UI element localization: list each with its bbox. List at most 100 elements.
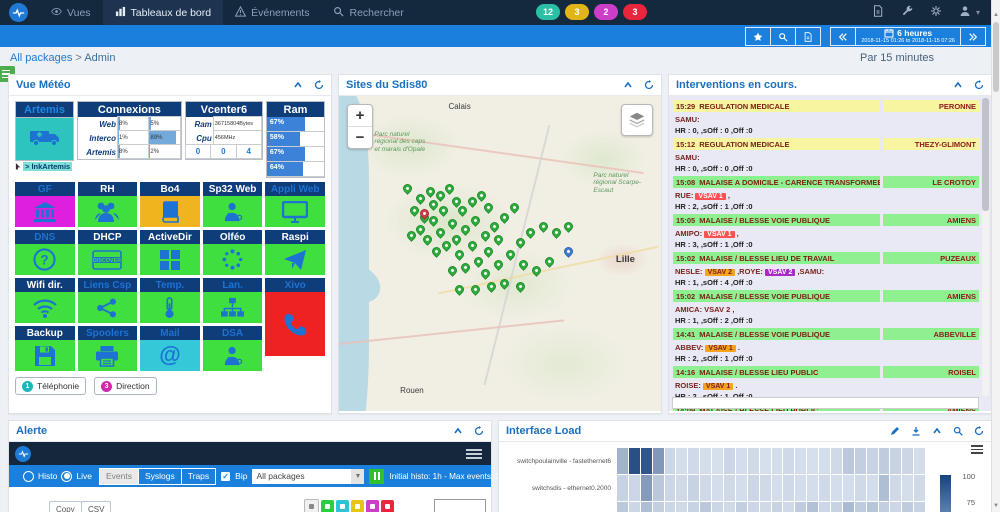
heatmap-cell[interactable] <box>819 448 830 474</box>
legend-button-t-l-phonie[interactable]: 1Téléphonie <box>15 377 86 395</box>
heatmap-cell[interactable] <box>760 502 771 512</box>
heatmap-cell[interactable] <box>914 448 925 474</box>
tile-liens-csp[interactable]: Liens Csp <box>78 278 138 323</box>
tile-lan-[interactable]: Lan. <box>203 278 263 323</box>
favorite-star-button[interactable] <box>745 27 771 46</box>
count-badge[interactable]: 3 <box>623 4 647 20</box>
heatmap-cell[interactable] <box>867 448 878 474</box>
refresh-icon[interactable] <box>474 426 484 436</box>
tile-xivo[interactable]: Xivo <box>265 278 325 371</box>
heatmap-cell[interactable] <box>676 502 687 512</box>
heatmap-cell[interactable] <box>819 502 830 512</box>
heatmap-cell[interactable] <box>724 475 735 501</box>
heatmap-cell[interactable] <box>795 502 806 512</box>
artemis-link[interactable]: > lnkArtemis <box>15 162 74 171</box>
radio-live[interactable] <box>61 471 72 482</box>
heatmap-cell[interactable] <box>890 475 901 501</box>
csv-button[interactable]: CSV <box>81 501 111 512</box>
heatmap-cell[interactable] <box>760 475 771 501</box>
heatmap-cell[interactable] <box>748 475 759 501</box>
heatmap-cell[interactable] <box>867 475 878 501</box>
heatmap-cell[interactable] <box>700 475 711 501</box>
heatmap-cell[interactable] <box>843 448 854 474</box>
heatmap-cell[interactable] <box>914 475 925 501</box>
heatmap-cell[interactable] <box>831 448 842 474</box>
vcenter-widget[interactable]: Vcenter6 Ram36715804BytesCpu456MHz004 <box>185 101 263 160</box>
heatmap-cell[interactable] <box>783 475 794 501</box>
menu-item-tableaux-de-bord[interactable]: Tableaux de bord <box>103 0 224 25</box>
intervention-item[interactable]: 15:02MALAISE / BLESSE LIEU DE TRAVAILPUZ… <box>673 252 979 289</box>
heatmap-cell[interactable] <box>831 502 842 512</box>
heatmap-cell[interactable] <box>807 448 818 474</box>
heatmap-cell[interactable] <box>617 502 628 512</box>
tile-raspi[interactable]: Raspi <box>265 230 325 275</box>
heatmap-cell[interactable] <box>653 448 664 474</box>
intervention-item[interactable]: 15:05MALAISE / BLESSE VOIE PUBLIQUEAMIEN… <box>673 214 979 251</box>
heatmap-cell[interactable] <box>855 475 866 501</box>
heatmap-cell[interactable] <box>855 448 866 474</box>
collapse-chevron-icon[interactable] <box>932 426 942 436</box>
heatmap-cell[interactable] <box>653 502 664 512</box>
package-select[interactable]: All packages▼ <box>252 469 364 484</box>
count-badge[interactable]: 2 <box>594 4 618 20</box>
copy-button[interactable]: Copy <box>49 501 82 512</box>
report-file-icon[interactable] <box>872 4 884 22</box>
interventions-footer-field[interactable] <box>672 397 979 409</box>
time-forward-button[interactable] <box>960 27 986 46</box>
heatmap-cell[interactable] <box>902 475 913 501</box>
tile-temp-[interactable]: Temp. <box>140 278 200 323</box>
refresh-icon[interactable] <box>644 80 654 90</box>
heatmap-cell[interactable] <box>724 448 735 474</box>
time-back-button[interactable] <box>830 27 856 46</box>
heatmap-cell[interactable] <box>665 475 676 501</box>
heatmap-cell[interactable] <box>772 448 783 474</box>
severity-filter-button[interactable] <box>366 500 379 512</box>
tile-dhcp[interactable]: DHCPDISCOVER <box>78 230 138 275</box>
heatmap-cell[interactable] <box>890 502 901 512</box>
heatmap-cell[interactable] <box>629 448 640 474</box>
heatmap-cell[interactable] <box>629 475 640 501</box>
vcenter-count-cell[interactable]: 4 <box>236 144 262 159</box>
heatmap-cell[interactable] <box>795 448 806 474</box>
interventions-scrollbar[interactable] <box>982 98 989 396</box>
page-scrollbar[interactable]: ▲ ▼ <box>991 0 1000 512</box>
tile-spoolers[interactable]: Spoolers <box>78 326 138 371</box>
collapse-chevron-icon[interactable] <box>953 80 963 90</box>
heatmap-cell[interactable] <box>783 502 794 512</box>
heatmap-cell[interactable] <box>748 502 759 512</box>
map-layers-button[interactable] <box>621 104 653 136</box>
menu-item-vues[interactable]: Vues <box>39 0 103 25</box>
tab-events[interactable]: Events <box>99 468 139 485</box>
heatmap-cell[interactable] <box>890 448 901 474</box>
heatmap-cell[interactable] <box>807 502 818 512</box>
refresh-icon[interactable] <box>974 426 984 436</box>
heatmap-cell[interactable] <box>831 475 842 501</box>
breadcrumb-root-link[interactable]: All packages <box>10 52 72 64</box>
severity-filter-button[interactable] <box>321 500 334 512</box>
vcenter-count-cell[interactable]: 0 <box>210 144 236 159</box>
heatmap-cell[interactable] <box>902 448 913 474</box>
heatmap-cell[interactable] <box>772 502 783 512</box>
tile-mail[interactable]: Mail@ <box>140 326 200 371</box>
menu-item--v-nements[interactable]: Événements <box>223 0 321 25</box>
intervention-item[interactable]: 15:12REGULATION MEDICALETHEZY-GLIMONTSAM… <box>673 138 979 175</box>
heatmap-cell[interactable] <box>688 475 699 501</box>
tile-appli-web[interactable]: Appli Web <box>265 182 325 227</box>
map-canvas[interactable]: CalaisLilleRouenParc naturel régional de… <box>339 96 661 411</box>
export-report-button[interactable] <box>795 27 821 46</box>
alerte-menu-icon[interactable] <box>463 446 485 462</box>
heatmap-cell[interactable] <box>676 475 687 501</box>
tile-dsa[interactable]: DSA <box>203 326 263 371</box>
intervention-item[interactable]: 15:08MALAISE A DOMICILE - CARENCE TRANSF… <box>673 176 979 213</box>
heatmap-cell[interactable] <box>748 448 759 474</box>
collapse-chevron-icon[interactable] <box>623 80 633 90</box>
app-logo-icon[interactable] <box>9 3 28 22</box>
severity-filter-button[interactable] <box>381 500 394 512</box>
heatmap-cell[interactable] <box>783 448 794 474</box>
heatmap-cell[interactable] <box>879 502 890 512</box>
tile-bo4[interactable]: Bo4 <box>140 182 200 227</box>
intervention-item[interactable]: 15:02MALAISE / BLESSE VOIE PUBLIQUEAMIEN… <box>673 290 979 327</box>
menu-item-rechercher[interactable]: Rechercher <box>321 0 415 25</box>
heatmap-cell[interactable] <box>867 502 878 512</box>
heatmap-cell[interactable] <box>712 448 723 474</box>
